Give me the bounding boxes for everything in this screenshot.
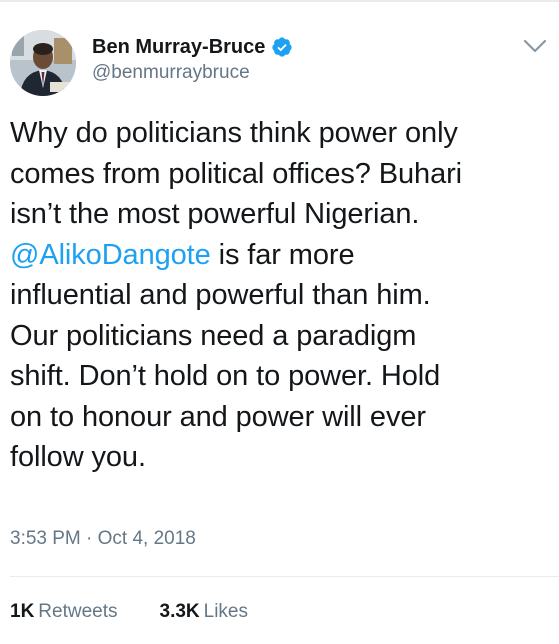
tweet-line: isn’t the most powerful Nigerian.: [10, 198, 420, 230]
mention-link[interactable]: @AlikoDangote: [10, 239, 211, 271]
tweet-text: Why do politicians think power only come…: [10, 113, 550, 478]
avatar[interactable]: [10, 30, 76, 96]
likes-count: 3.3K: [159, 601, 200, 622]
likes-stat[interactable]: 3.3K Likes: [160, 601, 249, 623]
tweet-line-with-mention: @AlikoDangote is far more: [10, 235, 550, 276]
tweet-line-rest: is far more: [210, 238, 355, 271]
tweet-line: shift. Don’t hold on to power. Hold: [10, 360, 441, 392]
likes-label: Likes: [203, 601, 248, 622]
tweet-line: Why do politicians think power only: [10, 117, 458, 149]
retweets-count: 1K: [10, 601, 35, 622]
avatar-image: [10, 30, 76, 96]
tweet-line: Our politicians need a paradigm: [10, 319, 417, 352]
verified-badge-icon: [271, 36, 293, 58]
display-name[interactable]: Ben Murray-Bruce: [92, 36, 265, 59]
tweet-header: Ben Murray-Bruce @benmurraybruce: [10, 28, 550, 98]
user-handle[interactable]: @benmurraybruce: [92, 62, 293, 84]
tweet-line: on to honour and power will ever: [10, 400, 426, 433]
stats-divider: [10, 576, 559, 577]
user-info[interactable]: Ben Murray-Bruce @benmurraybruce: [92, 34, 293, 84]
retweets-stat[interactable]: 1K Retweets: [10, 601, 118, 623]
tweet-line: influential and powerful than him.: [10, 279, 431, 311]
tweet-line: follow you.: [10, 441, 146, 473]
tweet-stats: 1K Retweets 3.3K Likes: [10, 601, 290, 623]
display-name-row: Ben Murray-Bruce: [92, 34, 293, 60]
retweets-label: Retweets: [38, 601, 118, 622]
tweet-line: comes from political offices? Buhari: [10, 157, 463, 190]
chevron-down-icon[interactable]: [522, 36, 548, 56]
tweet-card: Ben Murray-Bruce @benmurraybruce Why do …: [0, 0, 559, 644]
tweet-timestamp[interactable]: 3:53 PM · Oct 4, 2018: [10, 528, 196, 550]
